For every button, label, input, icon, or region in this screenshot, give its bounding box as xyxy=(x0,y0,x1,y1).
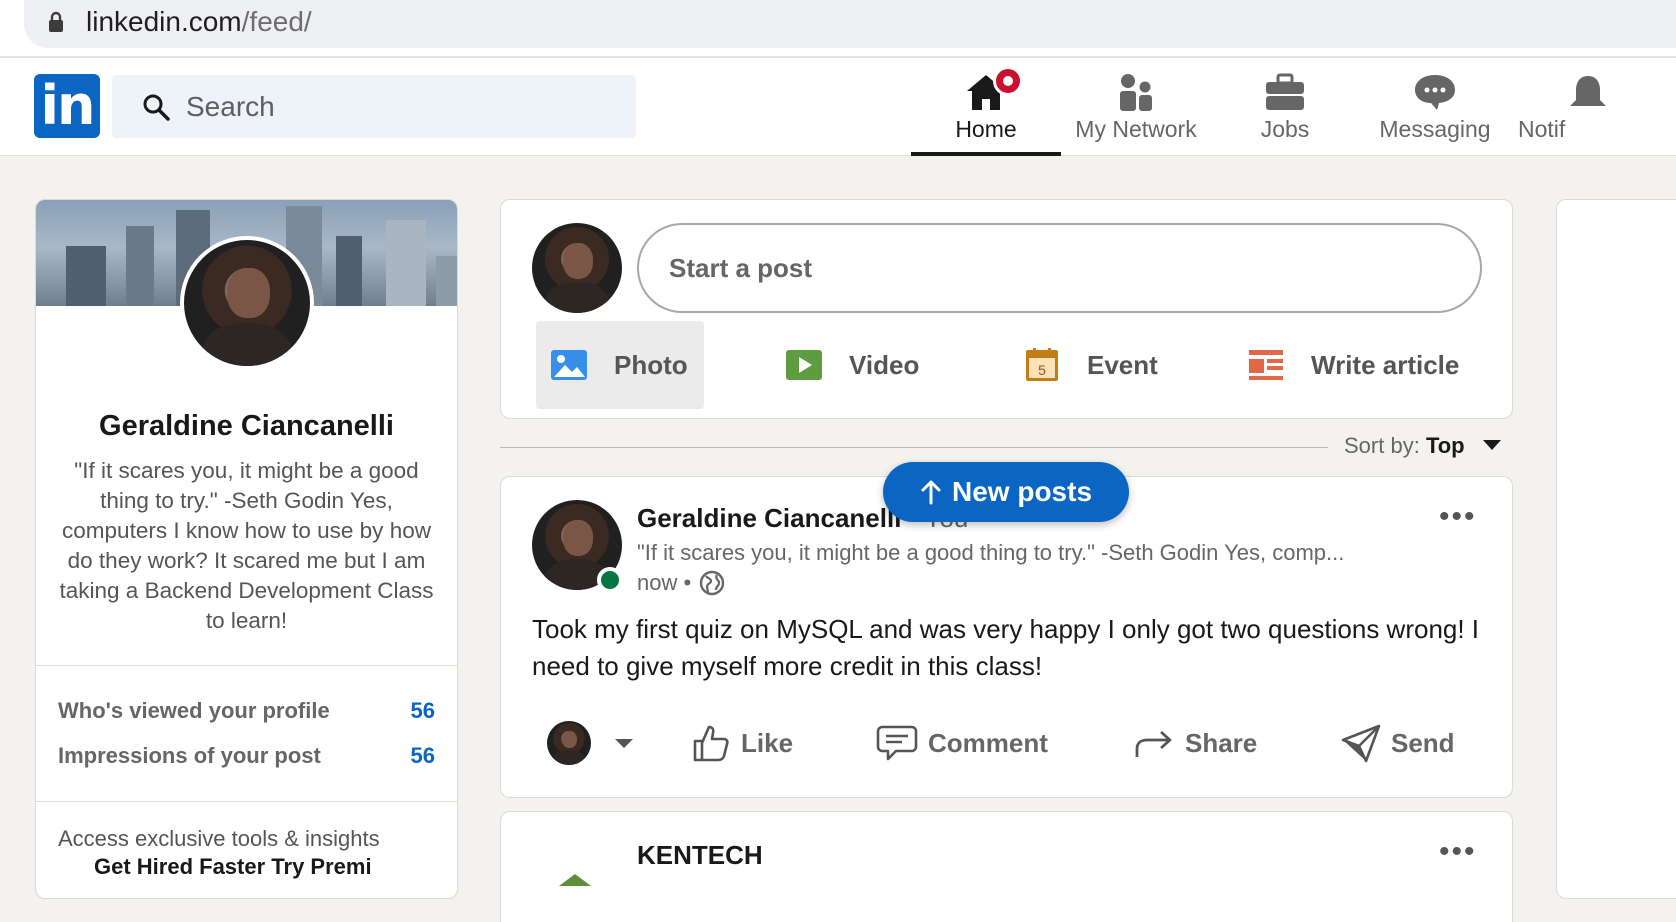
post-time-text: now • xyxy=(637,570,692,595)
url-domain: linkedin.com xyxy=(86,6,242,37)
profile-card: Geraldine Ciancanelli "If it scares you,… xyxy=(35,199,458,899)
sort-divider xyxy=(500,447,1328,448)
url-path: /feed/ xyxy=(241,6,312,37)
sort-value: Top xyxy=(1425,433,1465,458)
share-avatar[interactable] xyxy=(532,223,622,313)
event-button[interactable]: 5 Event xyxy=(1009,321,1172,409)
event-label: Event xyxy=(1087,349,1158,380)
send-label: Send xyxy=(1391,727,1455,758)
nav-my-network[interactable]: My Network xyxy=(1061,58,1211,155)
notifications-icon xyxy=(1570,76,1606,106)
stat-profile-views[interactable]: Who's viewed your profile 56 xyxy=(58,694,435,728)
nav-messaging-label: Messaging xyxy=(1379,116,1491,142)
video-button[interactable]: Video xyxy=(771,321,933,409)
post-text: Took my first quiz on MySQL and was very… xyxy=(532,614,1480,681)
comment-icon xyxy=(876,725,918,761)
nav-home-label: Home xyxy=(955,116,1017,142)
profile-name[interactable]: Geraldine Ciancanelli xyxy=(36,410,457,443)
event-day: 5 xyxy=(1038,362,1046,378)
premium-insights-text: Access exclusive tools & insights xyxy=(58,826,380,851)
messaging-icon xyxy=(1415,75,1455,110)
arrow-up-icon xyxy=(921,480,941,505)
sort-label: Sort by: xyxy=(1344,433,1420,458)
company-name[interactable]: KENTECH xyxy=(637,840,763,871)
nav-jobs[interactable]: Jobs xyxy=(1210,58,1360,155)
right-sidebar-card xyxy=(1556,199,1676,899)
browser-bar: linkedin.com/feed/ xyxy=(0,0,1676,58)
stat-post-impressions[interactable]: Impressions of your post 56 xyxy=(58,739,435,773)
video-icon xyxy=(786,350,822,380)
nav-home[interactable]: Home xyxy=(911,58,1061,156)
nav-jobs-label: Jobs xyxy=(1260,116,1310,142)
divider xyxy=(36,665,457,666)
premium-link[interactable]: Get Hired Faster Try Premi xyxy=(94,854,372,880)
profile-headline: "If it scares you, it might be a good th… xyxy=(59,458,434,633)
globe-icon xyxy=(699,570,725,596)
online-status-dot xyxy=(597,567,623,593)
start-post-button[interactable]: Start a post xyxy=(637,223,1482,313)
video-label: Video xyxy=(849,349,920,380)
post-more-options-icon[interactable]: ••• xyxy=(1439,502,1477,532)
search-box[interactable] xyxy=(112,75,636,138)
search-icon xyxy=(143,94,170,121)
stat-label: Who's viewed your profile xyxy=(58,698,330,723)
reaction-avatar xyxy=(547,721,591,765)
photo-icon xyxy=(551,350,587,380)
post-author-headline: "If it scares you, it might be a good th… xyxy=(637,540,1345,565)
company-logo xyxy=(559,874,591,886)
stat-value: 56 xyxy=(410,743,435,768)
new-posts-button[interactable]: New posts xyxy=(883,462,1129,522)
search-input[interactable] xyxy=(186,75,616,138)
address-bar[interactable]: linkedin.com/feed/ xyxy=(24,0,1676,48)
share-label: Share xyxy=(1185,727,1258,758)
nav-my-network-label: My Network xyxy=(1075,116,1197,142)
jobs-icon xyxy=(1266,73,1304,110)
sort-dropdown[interactable]: Sort by: Top xyxy=(1344,433,1501,459)
like-button[interactable]: Like xyxy=(691,709,793,777)
write-article-label: Write article xyxy=(1311,349,1460,380)
share-box: Start a post Photo Video 5 Event Write a… xyxy=(500,199,1513,419)
network-icon xyxy=(1120,74,1152,111)
photo-button[interactable]: Photo xyxy=(536,321,704,409)
event-icon: 5 xyxy=(1026,348,1058,381)
share-button[interactable]: Share xyxy=(1133,709,1257,777)
url-text: linkedin.com/feed/ xyxy=(86,6,312,38)
caret-down-icon xyxy=(1482,440,1501,450)
post-more-options-icon[interactable]: ••• xyxy=(1439,837,1477,867)
linkedin-logo[interactable]: in xyxy=(34,74,100,138)
like-label: Like xyxy=(741,727,794,758)
nav-messaging[interactable]: Messaging xyxy=(1360,58,1510,155)
comment-button[interactable]: Comment xyxy=(876,709,1048,777)
lock-icon xyxy=(49,11,63,32)
profile-avatar[interactable] xyxy=(180,236,314,370)
send-button[interactable]: Send xyxy=(1341,709,1455,777)
new-posts-label: New posts xyxy=(951,476,1093,507)
nav-notifications-label: Notif xyxy=(1518,116,1566,142)
reaction-selector[interactable] xyxy=(547,709,633,777)
stat-label: Impressions of your post xyxy=(58,743,321,768)
notification-badge xyxy=(993,66,1023,96)
post-action-bar: Like Comment Share Send xyxy=(501,709,1512,777)
share-icon xyxy=(1135,730,1172,757)
feed-post: Geraldine Ciancanelli • You "If it scare… xyxy=(500,476,1513,798)
stat-value: 56 xyxy=(410,698,435,723)
post-author-text: Geraldine Ciancanelli xyxy=(637,503,902,533)
feed-post-next: KENTECH ••• xyxy=(500,811,1513,922)
write-article-button[interactable]: Write article xyxy=(1233,321,1473,409)
top-nav: in Home My Network Jobs xyxy=(0,58,1676,156)
article-icon xyxy=(1249,350,1283,380)
comment-label: Comment xyxy=(928,727,1048,758)
send-icon xyxy=(1341,724,1381,763)
post-timestamp: now • xyxy=(637,570,725,596)
nav-notifications[interactable]: Notif xyxy=(1512,58,1606,155)
divider xyxy=(36,801,457,802)
photo-label: Photo xyxy=(614,349,688,380)
caret-down-icon xyxy=(615,738,633,748)
like-icon xyxy=(693,725,729,762)
